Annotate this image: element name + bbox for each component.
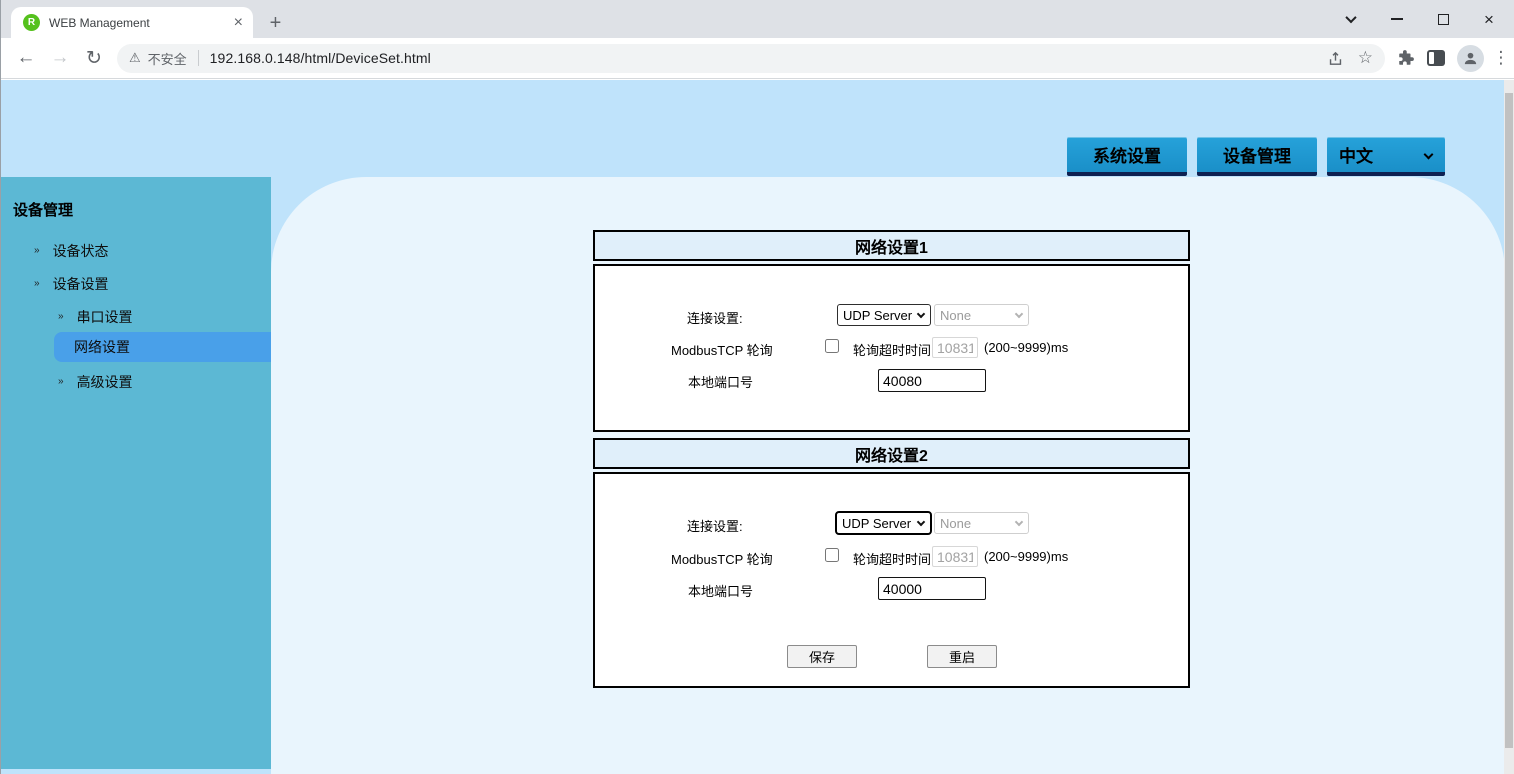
tab-search-icon[interactable] [1328, 0, 1374, 38]
save-button[interactable]: 保存 [787, 645, 857, 668]
connection-label: 连接设置: [687, 519, 743, 534]
tab-strip: R WEB Management × + × [1, 0, 1514, 38]
local-port-input[interactable] [878, 577, 986, 600]
poll-timeout-label: 轮询超时时间 [853, 343, 932, 358]
back-icon[interactable]: ← [9, 47, 43, 69]
new-tab-button[interactable]: + [262, 10, 289, 37]
sidebar-item-serial-settings[interactable]: » 串口设置 [58, 306, 133, 328]
sidebar-item-device-status[interactable]: » 设备状态 [34, 240, 109, 262]
poll-timeout-range-hint: (200~9999)ms [984, 549, 1069, 564]
address-bar[interactable]: ⚠ 不安全 192.168.0.148/html/DeviceSet.html … [117, 43, 1385, 73]
device-management-button[interactable]: 设备管理 [1197, 137, 1317, 176]
connection-secondary-value: None [940, 307, 972, 323]
bullet-arrow-icon: » [34, 278, 40, 289]
window-controls: × [1328, 0, 1512, 38]
not-secure-warning-icon: ⚠ [129, 50, 141, 65]
address-separator [197, 50, 199, 66]
chevron-down-icon [1014, 517, 1024, 526]
security-label[interactable]: 不安全 [148, 49, 187, 68]
panel1-title: 网络设置1 [855, 239, 928, 257]
local-port-label: 本地端口号 [688, 375, 754, 390]
forward-icon[interactable]: → [43, 47, 77, 69]
connection-type-select[interactable]: UDP Server [835, 511, 932, 535]
poll-timeout-input[interactable] [932, 546, 978, 567]
sidebar-item-label: 高级设置 [76, 374, 133, 390]
language-select[interactable]: 中文 [1327, 137, 1445, 176]
sidebar-item-network-settings-active[interactable]: 网络设置 [54, 332, 271, 362]
panel2-title: 网络设置2 [855, 447, 928, 465]
side-panel-icon[interactable] [1427, 50, 1445, 66]
browser-window: R WEB Management × + × ← → ↻ ⚠ 不安全 192.1… [0, 0, 1514, 774]
language-value: 中文 [1339, 147, 1373, 166]
sidebar-item-label: 设备状态 [52, 243, 109, 259]
tab-close-icon[interactable]: × [234, 14, 243, 31]
bullet-arrow-icon: » [58, 376, 64, 387]
sidebar-title: 设备管理 [13, 202, 74, 219]
sidebar-item-advanced-settings[interactable]: » 高级设置 [58, 371, 133, 393]
sidebar: 设备管理 » 设备状态 » 设备设置 » 串口设置 网络设置 » 高级设置 [1, 177, 271, 769]
browser-tab[interactable]: R WEB Management × [11, 7, 253, 38]
restart-button[interactable]: 重启 [927, 645, 997, 668]
local-port-input[interactable] [878, 369, 986, 392]
close-window-icon[interactable]: × [1466, 0, 1512, 38]
modbus-poll-label: ModbusTCP 轮询 [671, 552, 773, 567]
connection-type-value: UDP Server [842, 515, 912, 531]
poll-timeout-range-hint: (200~9999)ms [984, 340, 1069, 355]
sidebar-item-label: 网络设置 [74, 339, 130, 355]
connection-type-value: UDP Server [843, 307, 913, 323]
vertical-scrollbar[interactable] [1504, 80, 1514, 774]
chevron-down-icon [916, 517, 926, 526]
local-port-label: 本地端口号 [688, 584, 754, 599]
poll-timeout-label: 轮询超时时间 [853, 552, 932, 567]
profile-avatar[interactable] [1457, 44, 1484, 72]
bullet-arrow-icon: » [34, 245, 40, 256]
browser-menu-icon[interactable]: ⋮ [1492, 48, 1510, 68]
modbus-poll-label: ModbusTCP 轮询 [671, 343, 773, 358]
modbus-poll-checkbox[interactable] [825, 339, 839, 353]
maximize-icon[interactable] [1420, 0, 1466, 38]
scrollbar-thumb[interactable] [1505, 93, 1513, 748]
sidebar-item-label: 串口设置 [76, 309, 133, 325]
minimize-icon[interactable] [1374, 0, 1420, 38]
extensions-icon[interactable] [1397, 49, 1415, 67]
chevron-down-icon [1423, 149, 1434, 160]
panel2-header: 网络设置2 [593, 438, 1190, 469]
panel2-body: 连接设置: UDP Server None ModbusTCP 轮询 轮询超时时… [593, 472, 1190, 688]
share-icon[interactable] [1327, 50, 1344, 67]
bullet-arrow-icon: » [58, 311, 64, 322]
reload-icon[interactable]: ↻ [77, 47, 111, 70]
tab-title: WEB Management [49, 15, 150, 30]
poll-timeout-input[interactable] [932, 337, 978, 358]
system-settings-button[interactable]: 系统设置 [1067, 137, 1187, 176]
sidebar-item-label: 设备设置 [52, 276, 109, 292]
connection-secondary-select[interactable]: None [934, 512, 1029, 534]
url-text[interactable]: 192.168.0.148/html/DeviceSet.html [210, 50, 431, 66]
sidebar-item-device-settings[interactable]: » 设备设置 [34, 273, 109, 295]
connection-secondary-select[interactable]: None [934, 304, 1029, 326]
connection-secondary-value: None [940, 515, 972, 531]
toolbar-right-icons: ⋮ [1397, 44, 1510, 72]
panel1-body: 连接设置: UDP Server None ModbusTCP 轮询 轮询超时时… [593, 264, 1190, 432]
bookmark-star-icon[interactable]: ☆ [1358, 48, 1373, 68]
chevron-down-icon [1014, 309, 1024, 318]
connection-type-select[interactable]: UDP Server [837, 304, 931, 326]
favicon-r-icon: R [23, 14, 40, 31]
web-page: 设备管理 » 设备状态 » 设备设置 » 串口设置 网络设置 » 高级设置 系统… [1, 80, 1514, 774]
connection-label: 连接设置: [687, 311, 743, 326]
panel1-header: 网络设置1 [593, 230, 1190, 261]
chevron-down-icon [916, 309, 926, 318]
modbus-poll-checkbox[interactable] [825, 548, 839, 562]
browser-toolbar: ← → ↻ ⚠ 不安全 192.168.0.148/html/DeviceSet… [1, 38, 1514, 79]
